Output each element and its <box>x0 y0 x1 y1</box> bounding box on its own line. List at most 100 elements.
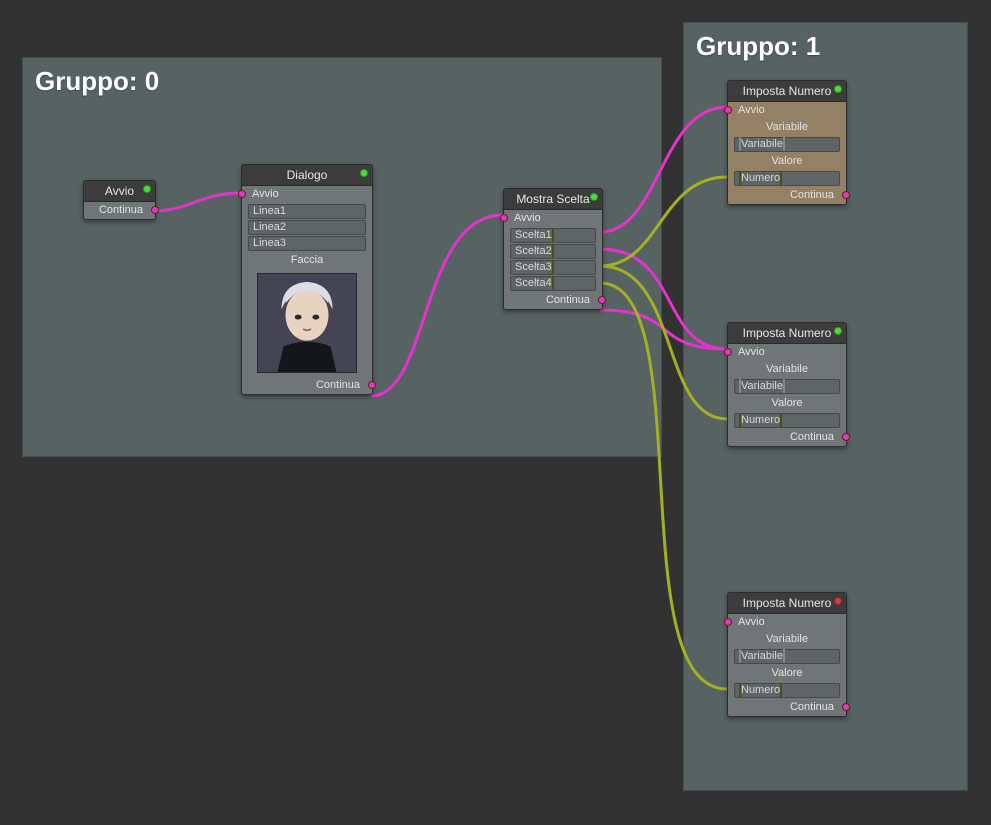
node-avvio-out-label: Continua <box>99 204 143 216</box>
socket-in-icon[interactable] <box>724 348 732 356</box>
field-text: Numero <box>741 172 780 184</box>
node-avvio-title: Avvio <box>105 184 134 198</box>
node-imposta-3-out: Continua <box>728 699 846 716</box>
socket-in-icon[interactable] <box>500 214 508 222</box>
var-field[interactable]: Variabile <box>734 379 840 394</box>
socket-out-icon[interactable] <box>552 244 554 258</box>
node-dialogo-out: Continua <box>242 377 372 394</box>
socket-out-icon[interactable] <box>783 379 785 393</box>
node-scelta-in-label: Avvio <box>514 212 541 224</box>
label: Continua <box>790 431 834 443</box>
socket-out-icon[interactable] <box>783 649 785 663</box>
node-imposta-2-out: Continua <box>728 429 846 446</box>
node-imposta-3-in: Avvio <box>728 614 846 631</box>
dialogo-line-field[interactable]: Linea2 <box>248 220 366 235</box>
socket-out-icon[interactable] <box>783 137 785 151</box>
field-text: Scelta1 <box>515 229 552 241</box>
var-label: Variabile <box>728 361 846 378</box>
node-imposta-1-in: Avvio <box>728 102 846 119</box>
node-avvio[interactable]: Avvio Continua <box>83 180 156 220</box>
node-dialogo-in: Avvio <box>242 186 372 203</box>
field-text: Variabile <box>741 650 783 662</box>
socket-out-icon[interactable] <box>598 296 606 304</box>
field-text: Variabile <box>741 380 783 392</box>
var-label: Variabile <box>728 631 846 648</box>
node-imposta-1[interactable]: Imposta Numero Avvio Variabile Variabile… <box>727 80 847 205</box>
node-avvio-out: Continua <box>84 202 155 219</box>
val-field[interactable]: Numero <box>734 683 840 698</box>
dialogo-line-field[interactable]: Linea1 <box>248 204 366 219</box>
socket-out-icon[interactable] <box>552 228 554 242</box>
socket-out-icon[interactable] <box>842 433 850 441</box>
status-dot-icon <box>834 85 842 93</box>
scelta-choice-field[interactable]: Scelta4 <box>510 276 596 291</box>
node-dialogo-out-label: Continua <box>316 379 360 391</box>
socket-out-icon[interactable] <box>368 381 376 389</box>
val-label: Valore <box>728 153 846 170</box>
node-imposta-2[interactable]: Imposta Numero Avvio Variabile Variabile… <box>727 322 847 447</box>
status-dot-icon <box>360 169 368 177</box>
node-imposta-1-out: Continua <box>728 187 846 204</box>
val-field[interactable]: Numero <box>734 413 840 428</box>
var-field[interactable]: Variabile <box>734 649 840 664</box>
node-imposta-3-header[interactable]: Imposta Numero <box>728 593 846 614</box>
node-scelta-header[interactable]: Mostra Scelta <box>504 189 602 210</box>
label: Avvio <box>738 616 765 628</box>
node-scelta-out: Continua <box>504 292 602 309</box>
field-text: Variabile <box>741 138 783 150</box>
field-text: Scelta2 <box>515 245 552 257</box>
group-1-label: Gruppo: 1 <box>696 31 820 62</box>
socket-out-icon[interactable] <box>780 171 782 185</box>
label: Continua <box>790 701 834 713</box>
socket-out-icon[interactable] <box>780 413 782 427</box>
node-dialogo[interactable]: Dialogo Avvio Linea1 Linea2 Linea3 Facci… <box>241 164 373 395</box>
node-scelta[interactable]: Mostra Scelta Avvio Scelta1 Scelta2 Scel… <box>503 188 603 310</box>
val-label: Valore <box>728 665 846 682</box>
node-scelta-title: Mostra Scelta <box>516 192 589 206</box>
socket-out-icon[interactable] <box>151 206 159 214</box>
val-label: Valore <box>728 395 846 412</box>
field-text: Numero <box>741 684 780 696</box>
socket-in-icon[interactable] <box>238 190 246 198</box>
socket-out-icon[interactable] <box>842 703 850 711</box>
socket-out-icon[interactable] <box>842 191 850 199</box>
group-0-label: Gruppo: 0 <box>35 66 159 97</box>
dialogo-line-field[interactable]: Linea3 <box>248 236 366 251</box>
node-imposta-2-title: Imposta Numero <box>743 326 832 340</box>
node-imposta-1-header[interactable]: Imposta Numero <box>728 81 846 102</box>
node-imposta-3-title: Imposta Numero <box>743 596 832 610</box>
var-field[interactable]: Variabile <box>734 137 840 152</box>
node-imposta-1-title: Imposta Numero <box>743 84 832 98</box>
node-scelta-in: Avvio <box>504 210 602 227</box>
dialogo-face-image[interactable] <box>257 273 357 373</box>
socket-out-icon[interactable] <box>780 683 782 697</box>
var-label: Variabile <box>728 119 846 136</box>
scelta-choice-field[interactable]: Scelta1 <box>510 228 596 243</box>
node-dialogo-in-label: Avvio <box>252 188 279 200</box>
socket-in-icon[interactable] <box>724 618 732 626</box>
label: Continua <box>790 189 834 201</box>
status-dot-icon <box>834 327 842 335</box>
field-text: Numero <box>741 414 780 426</box>
label: Avvio <box>738 104 765 116</box>
node-imposta-2-in: Avvio <box>728 344 846 361</box>
scelta-choice-field[interactable]: Scelta2 <box>510 244 596 259</box>
dialogo-face-label: Faccia <box>242 252 372 269</box>
node-scelta-out-label: Continua <box>546 294 590 306</box>
field-text: Scelta3 <box>515 261 552 273</box>
node-avvio-header[interactable]: Avvio <box>84 181 155 202</box>
field-text: Scelta4 <box>515 277 552 289</box>
label: Avvio <box>738 346 765 358</box>
status-dot-icon <box>590 193 598 201</box>
node-dialogo-header[interactable]: Dialogo <box>242 165 372 186</box>
status-dot-icon <box>834 597 842 605</box>
node-imposta-3[interactable]: Imposta Numero Avvio Variabile Variabile… <box>727 592 847 717</box>
status-dot-icon <box>143 185 151 193</box>
socket-out-icon[interactable] <box>552 260 554 274</box>
node-imposta-2-header[interactable]: Imposta Numero <box>728 323 846 344</box>
socket-in-icon[interactable] <box>724 106 732 114</box>
val-field[interactable]: Numero <box>734 171 840 186</box>
scelta-choice-field[interactable]: Scelta3 <box>510 260 596 275</box>
socket-out-icon[interactable] <box>552 276 554 290</box>
node-dialogo-title: Dialogo <box>287 168 328 182</box>
